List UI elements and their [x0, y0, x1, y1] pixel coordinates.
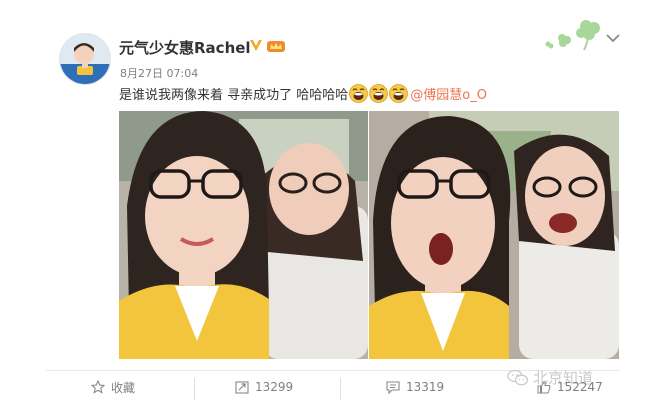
weibo-post: 元气少女惠Rachel 8月27日 07:04 是谁说我两像来着 寻亲成功了 哈… — [0, 0, 663, 404]
like-icon — [537, 380, 551, 394]
verified-v-icon — [250, 40, 262, 51]
chevron-down-icon[interactable] — [606, 33, 620, 43]
repost-count: 13299 — [255, 380, 294, 394]
like-button[interactable]: 152247 — [537, 376, 603, 398]
post-text: 是谁说我两像来着 寻亲成功了 哈哈哈哈 @傅园慧o_O — [119, 84, 487, 103]
post-photo-1[interactable] — [119, 111, 368, 359]
post-timestamp[interactable]: 8月27日 07:04 — [120, 65, 198, 81]
laugh-emoji-icon — [369, 84, 389, 103]
star-icon — [91, 380, 105, 394]
post-photo-2[interactable] — [369, 111, 619, 359]
action-separator — [340, 378, 341, 400]
comment-icon — [386, 381, 400, 394]
like-count: 152247 — [557, 380, 603, 394]
avatar[interactable] — [59, 33, 111, 85]
member-crown-icon[interactable] — [266, 39, 286, 53]
comment-count: 13319 — [406, 380, 445, 394]
favorite-label: 收藏 — [111, 380, 136, 395]
repost-icon — [235, 381, 249, 394]
post-body-text: 是谁说我两像来着 寻亲成功了 哈哈哈哈 — [119, 88, 349, 103]
repost-button[interactable]: 13299 — [235, 376, 293, 398]
mention-link[interactable]: @傅园慧o_O — [410, 84, 487, 103]
clover-decoration-icon — [545, 20, 600, 51]
comment-button[interactable]: 13319 — [386, 376, 444, 398]
laugh-emoji-icon — [349, 84, 369, 103]
favorite-button[interactable]: 收藏 — [91, 376, 135, 398]
wechat-icon — [507, 369, 529, 385]
username[interactable]: 元气少女惠Rachel — [119, 37, 251, 58]
action-separator — [194, 378, 195, 400]
laugh-emoji-icon — [389, 84, 409, 103]
